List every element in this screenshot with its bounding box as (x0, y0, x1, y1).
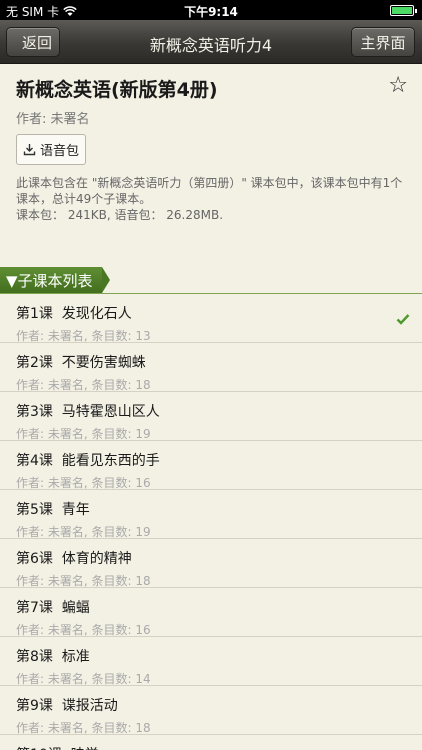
book-detail: 新概念英语(新版第4册) ☆ 作者: 未署名 语音包 此课本包含在 "新概念英语… (0, 65, 422, 750)
lesson-title: 第4课 能看见东西的手 (16, 453, 160, 469)
lesson-meta: 作者: 未署名, 条目数: 18 (16, 721, 151, 735)
lesson-meta: 作者: 未署名, 条目数: 14 (16, 672, 151, 686)
list-item[interactable]: 第6课 体育的精神作者: 未署名, 条目数: 18 (0, 539, 422, 588)
list-item[interactable]: 第7课 蝙蝠作者: 未署名, 条目数: 16 (0, 588, 422, 637)
list-item[interactable]: 第8课 标准作者: 未署名, 条目数: 14 (0, 637, 422, 686)
list-item[interactable]: 第10课 味觉 (0, 735, 422, 750)
description-line: 此课本包含在 "新概念英语听力（第四册）" 课本包中，该课本包中有1个课本，总计… (16, 176, 403, 206)
status-bar: 无 SIM 卡 下午9:14 (0, 0, 422, 20)
lesson-title: 第1课 发现化石人 (16, 306, 132, 322)
download-icon (23, 144, 36, 156)
lesson-title: 第2课 不要伤害蜘蛛 (16, 355, 146, 371)
list-item[interactable]: 第1课 发现化石人作者: 未署名, 条目数: 13 (0, 294, 422, 343)
list-item[interactable]: 第9课 谍报活动作者: 未署名, 条目数: 18 (0, 686, 422, 735)
battery-icon (390, 5, 417, 16)
book-author: 作者: 未署名 (16, 112, 90, 127)
lesson-list: 第1课 发现化石人 作者: 未署名, 条目数: 13 第2课 不要伤害蜘蛛 作者: 未… (0, 294, 422, 750)
lesson-title: 第5课 青年 (16, 502, 90, 518)
list-item[interactable]: 第2课 不要伤害蜘蛛 作者: 未署名, 条目数: 18 (0, 343, 422, 392)
book-title: 新概念英语(新版第4册) (16, 79, 218, 101)
package-size: 课本包： 241KB, 语音包： 26.28MB. (16, 208, 224, 222)
lesson-meta: 作者: 未署名, 条目数: 18 (16, 574, 151, 588)
book-description: 此课本包含在 "新概念英语听力（第四册）" 课本包中，该课本包中有1个课本，总计… (16, 175, 408, 223)
lesson-title: 第3课 马特霍恩山区人 (16, 404, 160, 420)
list-item[interactable]: 第4课 能看见东西的手 作者: 未署名, 条目数: 16 (0, 441, 422, 490)
lesson-meta: 作者: 未署名, 条目数: 13 (16, 329, 151, 343)
status-time: 下午9:14 (184, 5, 238, 19)
lesson-title: 第10课 味觉 (16, 744, 99, 750)
list-item[interactable]: 第3课 马特霍恩山区人 作者: 未署名, 条目数: 19 (0, 392, 422, 441)
favorite-star-icon[interactable]: ☆ (388, 73, 408, 98)
audio-pack-label: 语音包 (40, 144, 80, 159)
lesson-meta: 作者: 未署名, 条目数: 19 (16, 427, 151, 441)
audio-pack-button[interactable]: 语音包 (16, 134, 86, 165)
lesson-title: 第9课 谍报活动 (16, 698, 118, 714)
lesson-meta: 作者: 未署名, 条目数: 16 (16, 476, 151, 490)
home-button[interactable]: 主界面 (351, 27, 415, 57)
lesson-title: 第6课 体育的精神 (16, 551, 132, 567)
lesson-meta: 作者: 未署名, 条目数: 16 (16, 623, 151, 637)
lesson-title: 第8课 标准 (16, 649, 90, 665)
lesson-meta: 作者: 未署名, 条目数: 19 (16, 525, 151, 539)
checkmark-icon (396, 314, 410, 325)
lesson-title: 第7课 蝙蝠 (16, 600, 90, 616)
navigation-bar: 返回 新概念英语听力4 主界面 (0, 20, 422, 64)
lesson-meta: 作者: 未署名, 条目数: 18 (16, 378, 151, 392)
list-item[interactable]: 第5课 青年作者: 未署名, 条目数: 19 (0, 490, 422, 539)
sublesson-section-header[interactable]: ▼子课本列表 (0, 267, 110, 293)
